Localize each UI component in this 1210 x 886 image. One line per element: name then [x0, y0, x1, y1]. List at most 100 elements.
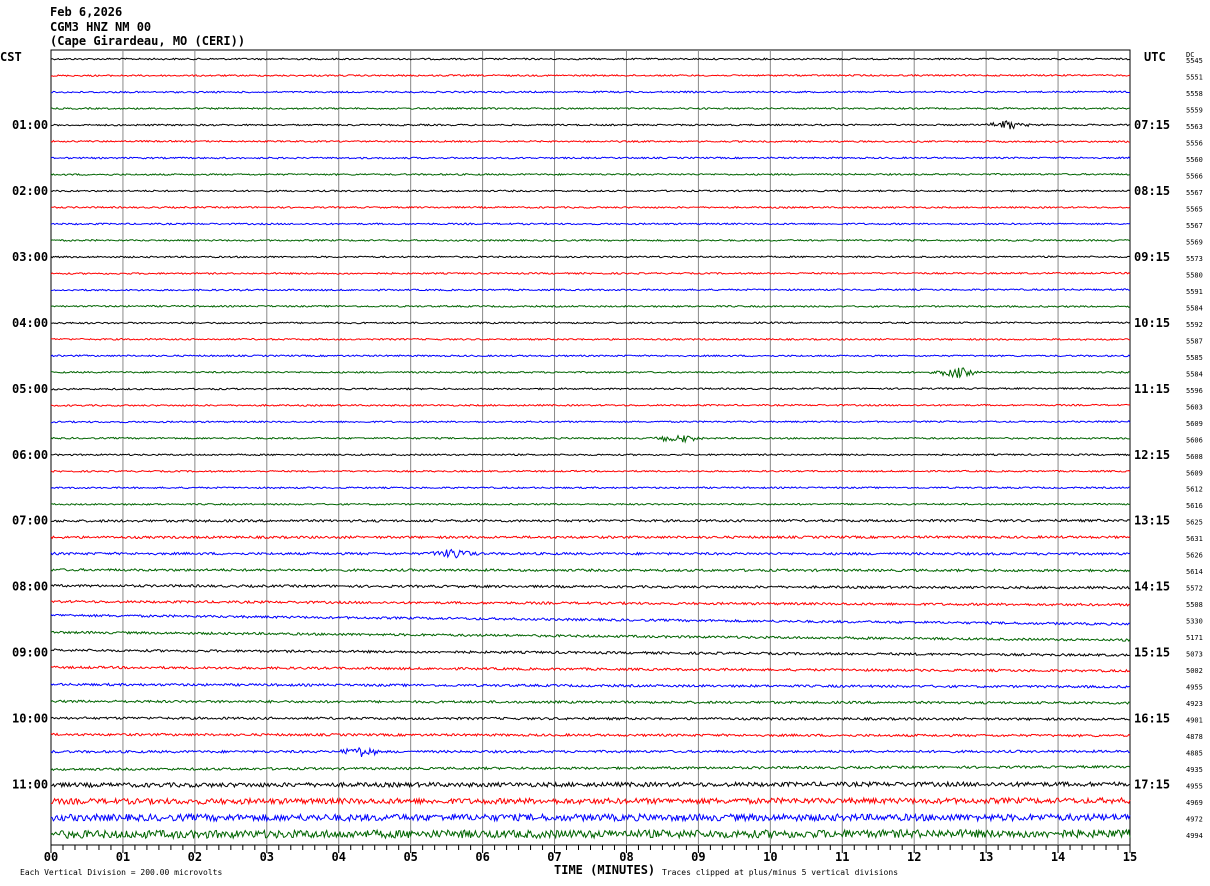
- trace-line: [50, 57, 1131, 61]
- x-tick-label: 09: [691, 850, 705, 864]
- x-tick-label: 04: [332, 850, 346, 864]
- trace-line: [50, 469, 1131, 473]
- x-tick-label: 06: [475, 850, 489, 864]
- trace-line: [50, 764, 1131, 772]
- x-axis-label: TIME (MINUTES): [554, 863, 655, 877]
- right-hour-label: 09:15: [1134, 250, 1170, 264]
- dc-value: 5596: [1186, 387, 1203, 395]
- x-tick-label: 11: [835, 850, 849, 864]
- left-hour-label: 03:00: [12, 250, 48, 264]
- trace-line: [50, 156, 1131, 160]
- trace-line: [50, 304, 1131, 308]
- grid: [50, 49, 1131, 853]
- dc-value: 5558: [1186, 90, 1203, 98]
- left-hour-label: 01:00: [12, 118, 48, 132]
- trace-line: [50, 486, 1131, 490]
- x-tick-label: 00: [44, 850, 58, 864]
- right-hour-label: 10:15: [1134, 316, 1170, 330]
- dc-value: 5592: [1186, 321, 1203, 329]
- dc-value: 4955: [1186, 783, 1203, 791]
- trace-line: [50, 453, 1131, 457]
- trace-line: [50, 420, 1131, 424]
- trace-line: [50, 648, 1130, 658]
- trace-line: [50, 665, 1131, 673]
- trace-line: [50, 222, 1131, 226]
- dc-value: 5585: [1186, 354, 1203, 362]
- dc-value: 5572: [1186, 585, 1203, 593]
- trace-line: [50, 73, 1131, 78]
- dc-value: 5330: [1186, 618, 1203, 626]
- dc-value: 4923: [1186, 700, 1203, 708]
- right-hour-label: 07:15: [1134, 118, 1170, 132]
- trace-line: [50, 255, 1131, 259]
- left-hour-label: 09:00: [12, 646, 48, 660]
- left-hour-label: 07:00: [12, 514, 48, 528]
- left-hour-label: 11:00: [12, 778, 48, 792]
- trace-line: [50, 367, 1131, 379]
- dc-value: 5631: [1186, 535, 1203, 543]
- trace-line: [50, 613, 1131, 626]
- trace-line: [50, 205, 1131, 209]
- left-hour-label: 04:00: [12, 316, 48, 330]
- dc-value: 5587: [1186, 337, 1203, 345]
- dc-header: DC: [1186, 51, 1194, 59]
- right-hour-label: 16:15: [1134, 712, 1170, 726]
- trace-line: [50, 337, 1131, 341]
- trace-line: [50, 630, 1131, 642]
- dc-value: 4901: [1186, 717, 1203, 725]
- labels: 00 01 02 03 04 05 06 07 08 09 10 11 12 13 14 1555455551…: [12, 57, 1203, 864]
- trace-line: [50, 238, 1131, 243]
- trace-line: [50, 599, 1131, 607]
- dc-value: 5508: [1186, 601, 1203, 609]
- x-tick-label: 03: [260, 850, 274, 864]
- right-hour-label: 11:15: [1134, 382, 1170, 396]
- trace-line: [50, 139, 1131, 144]
- trace-line: [50, 189, 1131, 193]
- left-timezone: CST: [0, 50, 22, 64]
- x-tick-label: 12: [907, 850, 921, 864]
- left-hour-label: 05:00: [12, 382, 48, 396]
- trace-line: [50, 502, 1131, 506]
- trace-line: [50, 90, 1131, 94]
- trace-line: [50, 271, 1131, 276]
- dc-value: 5603: [1186, 403, 1203, 411]
- helicorder-plot: 00 01 02 03 04 05 06 07 08 09 10 11 12 13 14 1555455551…: [0, 49, 1203, 877]
- trace-line: [50, 106, 1131, 111]
- plot-border: [50, 49, 1131, 846]
- left-hour-label: 02:00: [12, 184, 48, 198]
- scale-note: Each Vertical Division = 200.00 microvol…: [20, 868, 222, 877]
- trace-line: [50, 534, 1131, 540]
- dc-value: 5580: [1186, 271, 1203, 279]
- trace-line: [50, 518, 1131, 524]
- dc-value: 5614: [1186, 568, 1203, 576]
- dc-value: 5606: [1186, 436, 1203, 444]
- x-tick-label: 02: [188, 850, 202, 864]
- right-timezone: UTC: [1144, 50, 1166, 64]
- x-tick-label: 08: [619, 850, 633, 864]
- dc-value: 4885: [1186, 750, 1203, 758]
- trace-line: [51, 387, 1131, 391]
- dc-value: 5626: [1186, 552, 1203, 560]
- dc-value: 5567: [1186, 222, 1203, 230]
- dc-value: 5566: [1186, 172, 1203, 180]
- dc-value: 5556: [1186, 139, 1203, 147]
- dc-value: 4955: [1186, 684, 1203, 692]
- dc-value: 4972: [1186, 816, 1203, 824]
- dc-value: 5616: [1186, 502, 1203, 510]
- dc-value: 5559: [1186, 106, 1203, 114]
- trace-line: [50, 746, 1131, 758]
- dc-value: 5563: [1186, 123, 1203, 131]
- x-tick-label: 01: [116, 850, 130, 864]
- right-hour-label: 14:15: [1134, 580, 1170, 594]
- dc-value: 4935: [1186, 766, 1203, 774]
- x-tick-label: 14: [1051, 850, 1065, 864]
- x-tick-label: 05: [403, 850, 417, 864]
- trace-line: [50, 548, 1131, 559]
- right-hour-label: 08:15: [1134, 184, 1170, 198]
- dc-value: 5584: [1186, 304, 1203, 312]
- trace-line: [50, 716, 1131, 722]
- dc-value: 5002: [1186, 667, 1203, 675]
- dc-value: 5573: [1186, 255, 1203, 263]
- dc-value: 5569: [1186, 238, 1203, 246]
- trace-line: [50, 732, 1131, 738]
